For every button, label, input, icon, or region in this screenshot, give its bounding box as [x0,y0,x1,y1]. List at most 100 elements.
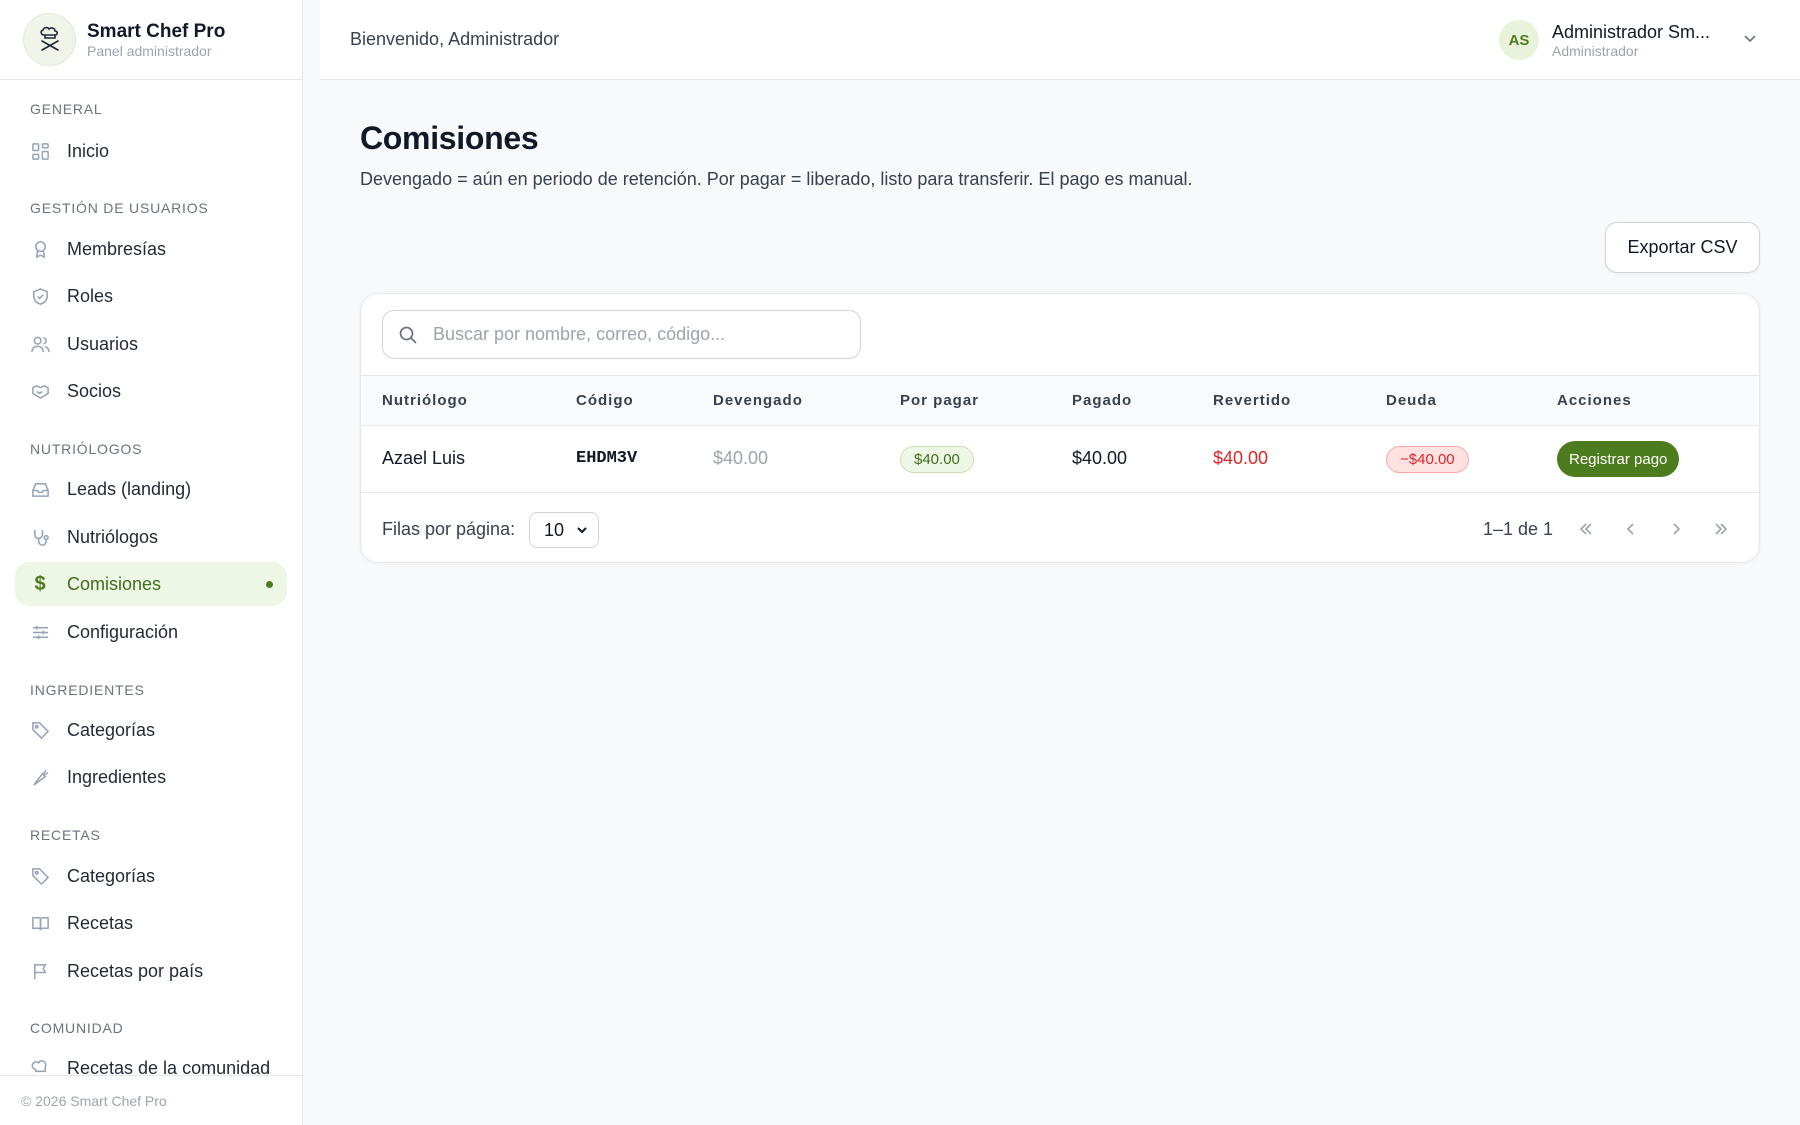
commissions-table-card: Nutriólogo Código Devengado Por pagar Pa… [360,293,1760,563]
sidebar-item-label: Usuarios [67,333,139,354]
stethoscope-icon [30,527,50,547]
brand-subtitle: Panel administrador [87,42,212,59]
column-header-nutriologo[interactable]: Nutriólogo [382,392,468,409]
section-comunidad: Comunidad [30,1020,124,1036]
sidebar-item-label: Membresías [67,238,167,259]
column-header-codigo[interactable]: Código [576,392,634,409]
sidebar-item-categorias-recetas[interactable]: Categorías [15,854,287,898]
sidebar-footer: © 2026 Smart Chef Pro [0,1075,302,1125]
users-icon [30,334,50,354]
section-recetas: Recetas [30,827,101,843]
first-page-icon[interactable] [1574,517,1598,541]
page-title: Comisiones [360,120,539,156]
inbox-icon [30,479,50,499]
sidebar-item-label: Recetas [67,912,134,933]
table-pagination: Filas por página: 10 1–1 de 1 [361,494,1759,562]
search-box [382,310,861,359]
rows-per-page-value: 10 [544,519,565,540]
chevron-down-icon[interactable] [1742,30,1758,51]
column-header-acciones: Acciones [1557,392,1632,409]
sidebar-item-socios[interactable]: Socios [15,369,287,413]
sidebar-item-label: Configuración [67,621,179,642]
welcome-text: Bienvenido, Administrador [350,29,560,49]
sidebar-item-comisiones[interactable]: $ Comisiones [15,562,287,606]
column-header-por-pagar[interactable]: Por pagar [900,392,979,409]
column-header-devengado[interactable]: Devengado [713,392,803,409]
sidebar-item-label: Roles [67,285,114,306]
dollar-icon: $ [34,572,46,595]
chevron-down-icon [574,522,590,543]
top-bar: Bienvenido, Administrador AS Administrad… [320,0,1800,80]
sidebar-item-label: Categorías [67,865,156,886]
sidebar-item-nutriologos[interactable]: Nutriólogos [15,515,287,559]
flag-icon [30,961,50,981]
tag-icon [30,866,50,886]
sidebar-item-label: Recetas por país [67,960,204,981]
sidebar-item-categorias-ingredientes[interactable]: Categorías [15,708,287,752]
avatar: AS [1499,20,1539,60]
sidebar-item-roles[interactable]: Roles [15,274,287,318]
badge-icon [30,239,50,259]
cell-pagado: $40.00 [1072,448,1128,468]
section-nutriologos: Nutriólogos [30,441,143,457]
grid-icon [30,141,50,161]
table-header: Nutriólogo Código Devengado Por pagar Pa… [361,375,1759,426]
last-page-icon[interactable] [1709,517,1733,541]
sidebar-item-membresias[interactable]: Membresías [15,227,287,271]
section-user-management: Gestión de usuarios [30,200,209,216]
search-icon [398,325,418,345]
section-ingredientes: Ingredientes [30,682,145,698]
page-description: Devengado = aún en periodo de retención.… [360,169,1193,189]
shield-icon [30,286,50,306]
cell-deuda-badge: −$40.00 [1386,446,1469,473]
cell-revertido: $40.00 [1213,448,1269,468]
sidebar-item-label: Leads (landing) [67,478,192,499]
sidebar-item-recetas-comunidad[interactable]: Recetas de la comunidad [15,1046,287,1075]
search-input[interactable] [433,324,833,345]
book-icon [30,913,50,933]
chef-logo-icon [23,13,76,66]
rows-per-page-select[interactable]: 10 [529,512,599,548]
sidebar-item-label: Comisiones [67,573,162,594]
column-header-deuda[interactable]: Deuda [1386,392,1437,409]
sidebar-item-leads[interactable]: Leads (landing) [15,467,287,511]
sidebar-item-label: Inicio [67,140,110,161]
sidebar-item-recetas[interactable]: Recetas [15,901,287,945]
pagination-range: 1–1 de 1 [1483,519,1554,539]
sidebar-item-ingredientes[interactable]: Ingredientes [15,755,287,799]
chef-hat-icon [30,1058,50,1075]
brand-name: Smart Chef Pro [87,20,226,42]
section-general: General [30,101,103,117]
table-row: Azael Luis EHDM3V $40.00 $40.00 $40.00 $… [361,426,1759,493]
cell-codigo: EHDM3V [576,449,638,468]
tag-icon [30,720,50,740]
sidebar-item-label: Nutriólogos [67,526,159,547]
sidebar-item-recetas-por-pais[interactable]: Recetas por país [15,949,287,993]
user-role: Administrador [1552,42,1639,59]
handshake-icon [30,381,50,401]
sidebar-nav: General Inicio Gestión de usuarios Membr… [0,80,302,1075]
sidebar-item-label: Ingredientes [67,766,167,787]
cell-por-pagar-badge: $40.00 [900,446,974,473]
export-csv-button[interactable]: Exportar CSV [1605,222,1760,273]
carrot-icon [30,767,50,787]
previous-page-icon[interactable] [1619,517,1643,541]
user-name: Administrador Sm... [1552,21,1711,42]
user-menu[interactable]: AS Administrador Sm... Administrador [1499,20,1758,60]
rows-per-page-label: Filas por página: [382,519,516,539]
active-indicator [266,581,273,588]
brand: Smart Chef Pro Panel administrador [0,0,302,80]
next-page-icon[interactable] [1664,517,1688,541]
sidebar-item-label: Recetas de la comunidad [67,1057,271,1076]
sliders-icon [30,622,50,642]
sidebar: Smart Chef Pro Panel administrador Gener… [0,0,303,1125]
sidebar-item-label: Categorías [67,719,156,740]
sidebar-item-usuarios[interactable]: Usuarios [15,322,287,366]
sidebar-item-label: Socios [67,380,122,401]
register-payment-button[interactable]: Registrar pago [1557,441,1680,477]
cell-nutriologo: Azael Luis [382,448,466,468]
sidebar-item-configuracion[interactable]: Configuración [15,610,287,654]
column-header-pagado[interactable]: Pagado [1072,392,1132,409]
column-header-revertido[interactable]: Revertido [1213,392,1291,409]
sidebar-item-inicio[interactable]: Inicio [15,129,287,173]
